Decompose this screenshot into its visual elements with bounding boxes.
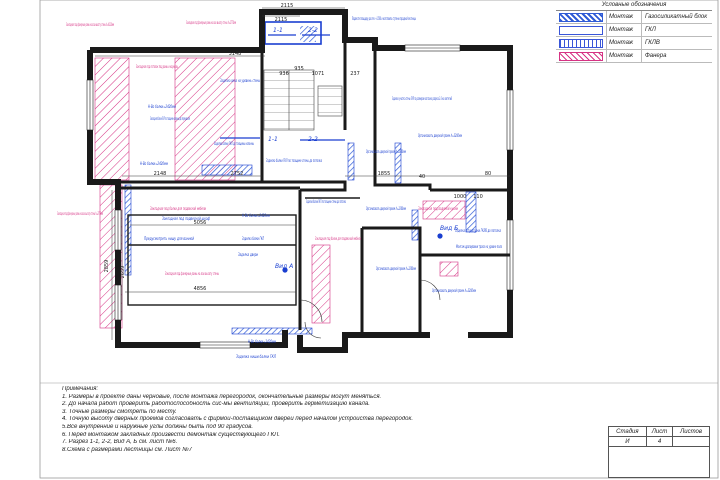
gas-block-beam bbox=[201, 164, 253, 176]
gkl-swatch bbox=[559, 25, 603, 35]
plan-note: Закладная под потолок под рамы и карнизы bbox=[136, 64, 178, 69]
plan-note: Закладная под балки для подвесной мебели bbox=[315, 236, 361, 241]
plan-note: Заделка балки ГКЛ до толщины колонны bbox=[214, 141, 254, 146]
cut-label: 1-1 bbox=[268, 136, 278, 143]
plan-note: Предусмотреть нишу для ванной bbox=[144, 236, 194, 241]
stamp-header-sheets: Листов bbox=[672, 426, 710, 437]
note-item: 3. Точные размеры смотреть по месту. bbox=[62, 408, 177, 415]
plan-note: Заделка двери bbox=[238, 252, 258, 257]
plan-note: Заделка ниши балки ГКЛ bbox=[236, 354, 277, 359]
plan-note: Закладная под фанерные рамы на всю высот… bbox=[66, 22, 114, 27]
plan-note: Заделка балки ГКЛ bbox=[242, 236, 264, 241]
dim-label: 4856 bbox=[194, 286, 207, 292]
legend-material: Газосиликатный блок bbox=[641, 11, 712, 23]
dim-label: 237 bbox=[350, 71, 360, 77]
legend-action: Монтаж bbox=[606, 24, 641, 36]
stamp-header-sheet: Лист bbox=[645, 426, 674, 437]
cut-label: 2-2 bbox=[308, 27, 318, 34]
legend-material: ГКЛ bbox=[641, 24, 712, 36]
plan-note: Закладная балки ГКЛ по толщине колонны д… bbox=[150, 116, 190, 121]
note-item: 8.Схема с размерами лестницы см. Лист №7 bbox=[62, 446, 193, 453]
plan-note: Заделка участка стены ГКЛ по размерам со… bbox=[392, 96, 452, 101]
legend-row: Монтаж Газосиликатный блок bbox=[556, 11, 712, 24]
plan-note: Закладная под балки для подвесной мебели bbox=[150, 206, 206, 211]
note-item: 2. До начала работ проверить работоспосо… bbox=[62, 401, 370, 408]
plywood-swatch bbox=[559, 51, 603, 61]
legend: Условные обозначения Монтаж Газосиликатн… bbox=[556, 0, 712, 63]
notes-block: Примечания: 1. Размеры в проекте даны че… bbox=[62, 386, 532, 454]
plan-note: Заделка штукатурки ГКЛВ до потолка bbox=[455, 228, 501, 233]
view-label: Вид А bbox=[275, 263, 293, 270]
dim-label: 2859 bbox=[104, 260, 110, 273]
title-stamp: Стадия Лист Листов И 4 bbox=[608, 426, 710, 478]
plan-note: Закладная под водяной кухни bbox=[418, 206, 458, 211]
gas-block-door bbox=[411, 209, 419, 241]
plan-note: Закладная под фанерные рамы на всю высот… bbox=[186, 20, 236, 25]
dim-label: 1071 bbox=[312, 71, 325, 77]
dim-label: 2659 bbox=[120, 266, 126, 279]
stamp-blank bbox=[608, 446, 710, 478]
dim-label: 110 bbox=[473, 194, 483, 200]
dim-label: 1855 bbox=[378, 171, 391, 177]
dim-label: 40 bbox=[419, 174, 425, 180]
plywood-zone-small bbox=[439, 261, 459, 277]
plan-note: Н-Во балки=2420мм bbox=[148, 104, 176, 109]
gas-block-swatch bbox=[559, 12, 603, 22]
plan-note: Н-Во балки=2420мм bbox=[140, 161, 168, 166]
gas-block-mid bbox=[347, 142, 355, 181]
note-item: 4. Точную высоту дверных проемов согласо… bbox=[62, 416, 414, 423]
dim-label: 3148 bbox=[229, 51, 242, 57]
cut-label: 1-1 bbox=[273, 27, 283, 34]
legend-row: Монтаж ГКЛВ bbox=[556, 37, 712, 50]
plan-note: Организовать дверной проем h=2200мм bbox=[432, 288, 476, 293]
legend-action: Монтаж bbox=[606, 37, 641, 49]
plan-note: Организовать дверной проем h=2200мм bbox=[366, 149, 406, 154]
legend-action: Монтаж bbox=[606, 50, 641, 62]
plan-note: Н-Во балки=2420мм bbox=[248, 339, 276, 344]
stamp-sheet: 4 bbox=[645, 436, 674, 447]
legend-title: Условные обозначения bbox=[556, 0, 712, 11]
plan-note: Заделка балки ГКЛ по толщине стены до по… bbox=[266, 158, 322, 163]
note-item: 1. Размеры в проекте даны черновые, посл… bbox=[62, 393, 382, 400]
notes-title: Примечания: bbox=[62, 386, 99, 392]
note-item: 6. Перед монтажом закладных произвести д… bbox=[62, 431, 280, 438]
stamp-sheets bbox=[672, 436, 710, 447]
plan-note: Организовать дверной проем h=2200мм bbox=[418, 133, 462, 138]
stamp-header-stage: Стадия bbox=[608, 426, 647, 437]
dim-label: 80 bbox=[485, 171, 491, 177]
legend-action: Монтаж bbox=[606, 11, 641, 23]
cut-label: 2-2 bbox=[308, 136, 318, 143]
legend-row: Монтаж Фанера bbox=[556, 50, 712, 63]
plan-note: Организовать дверной проем h=2200мм bbox=[376, 266, 416, 271]
plan-note: Организовать дверной проем h=2200мм bbox=[366, 206, 406, 211]
stamp-stage: И bbox=[608, 436, 647, 447]
legend-material: ГКЛВ bbox=[641, 37, 712, 49]
plan-note: Заделка окна на уровень стены bbox=[220, 78, 260, 83]
plan-note: Закладная под подвесной шкаф bbox=[162, 216, 210, 221]
dim-label: 2148 bbox=[154, 171, 167, 177]
plan-note: Заделка балки ГКЛ по толщине стены до по… bbox=[306, 199, 346, 204]
staircase-landing bbox=[317, 85, 343, 117]
dim-label: 2752 bbox=[231, 171, 244, 177]
plan-note: Подвести площадку до отм. +1.560 и изгот… bbox=[352, 16, 416, 21]
note-item: 7. Разрез 1-1, 2-2, Вид А, Б см. лист №6… bbox=[62, 439, 178, 446]
plywood-zone-left bbox=[94, 57, 130, 181]
plan-note: Закладная под фанерные рамы на всю высот… bbox=[165, 271, 219, 276]
plan-note: Монтаж драпировки трапа на уровне пола bbox=[456, 244, 502, 249]
plan-note: Н-Во балки=2420мм bbox=[242, 213, 270, 218]
dim-label: 935 bbox=[294, 66, 304, 72]
dim-label: 2115 bbox=[275, 17, 288, 23]
legend-row: Монтаж ГКЛ bbox=[556, 24, 712, 37]
dim-label: 936 bbox=[279, 71, 289, 77]
dim-label: 2115 bbox=[281, 3, 294, 9]
note-item: 5.Все внутренние и наружные углы должны … bbox=[62, 423, 254, 430]
dim-label: 1000 bbox=[454, 194, 467, 200]
plan-note: Закладная под фанерные рамы на всю высот… bbox=[57, 211, 103, 216]
gklv-swatch bbox=[559, 38, 603, 48]
legend-material: Фанера bbox=[641, 50, 712, 62]
plywood-zone-bath bbox=[311, 244, 331, 324]
